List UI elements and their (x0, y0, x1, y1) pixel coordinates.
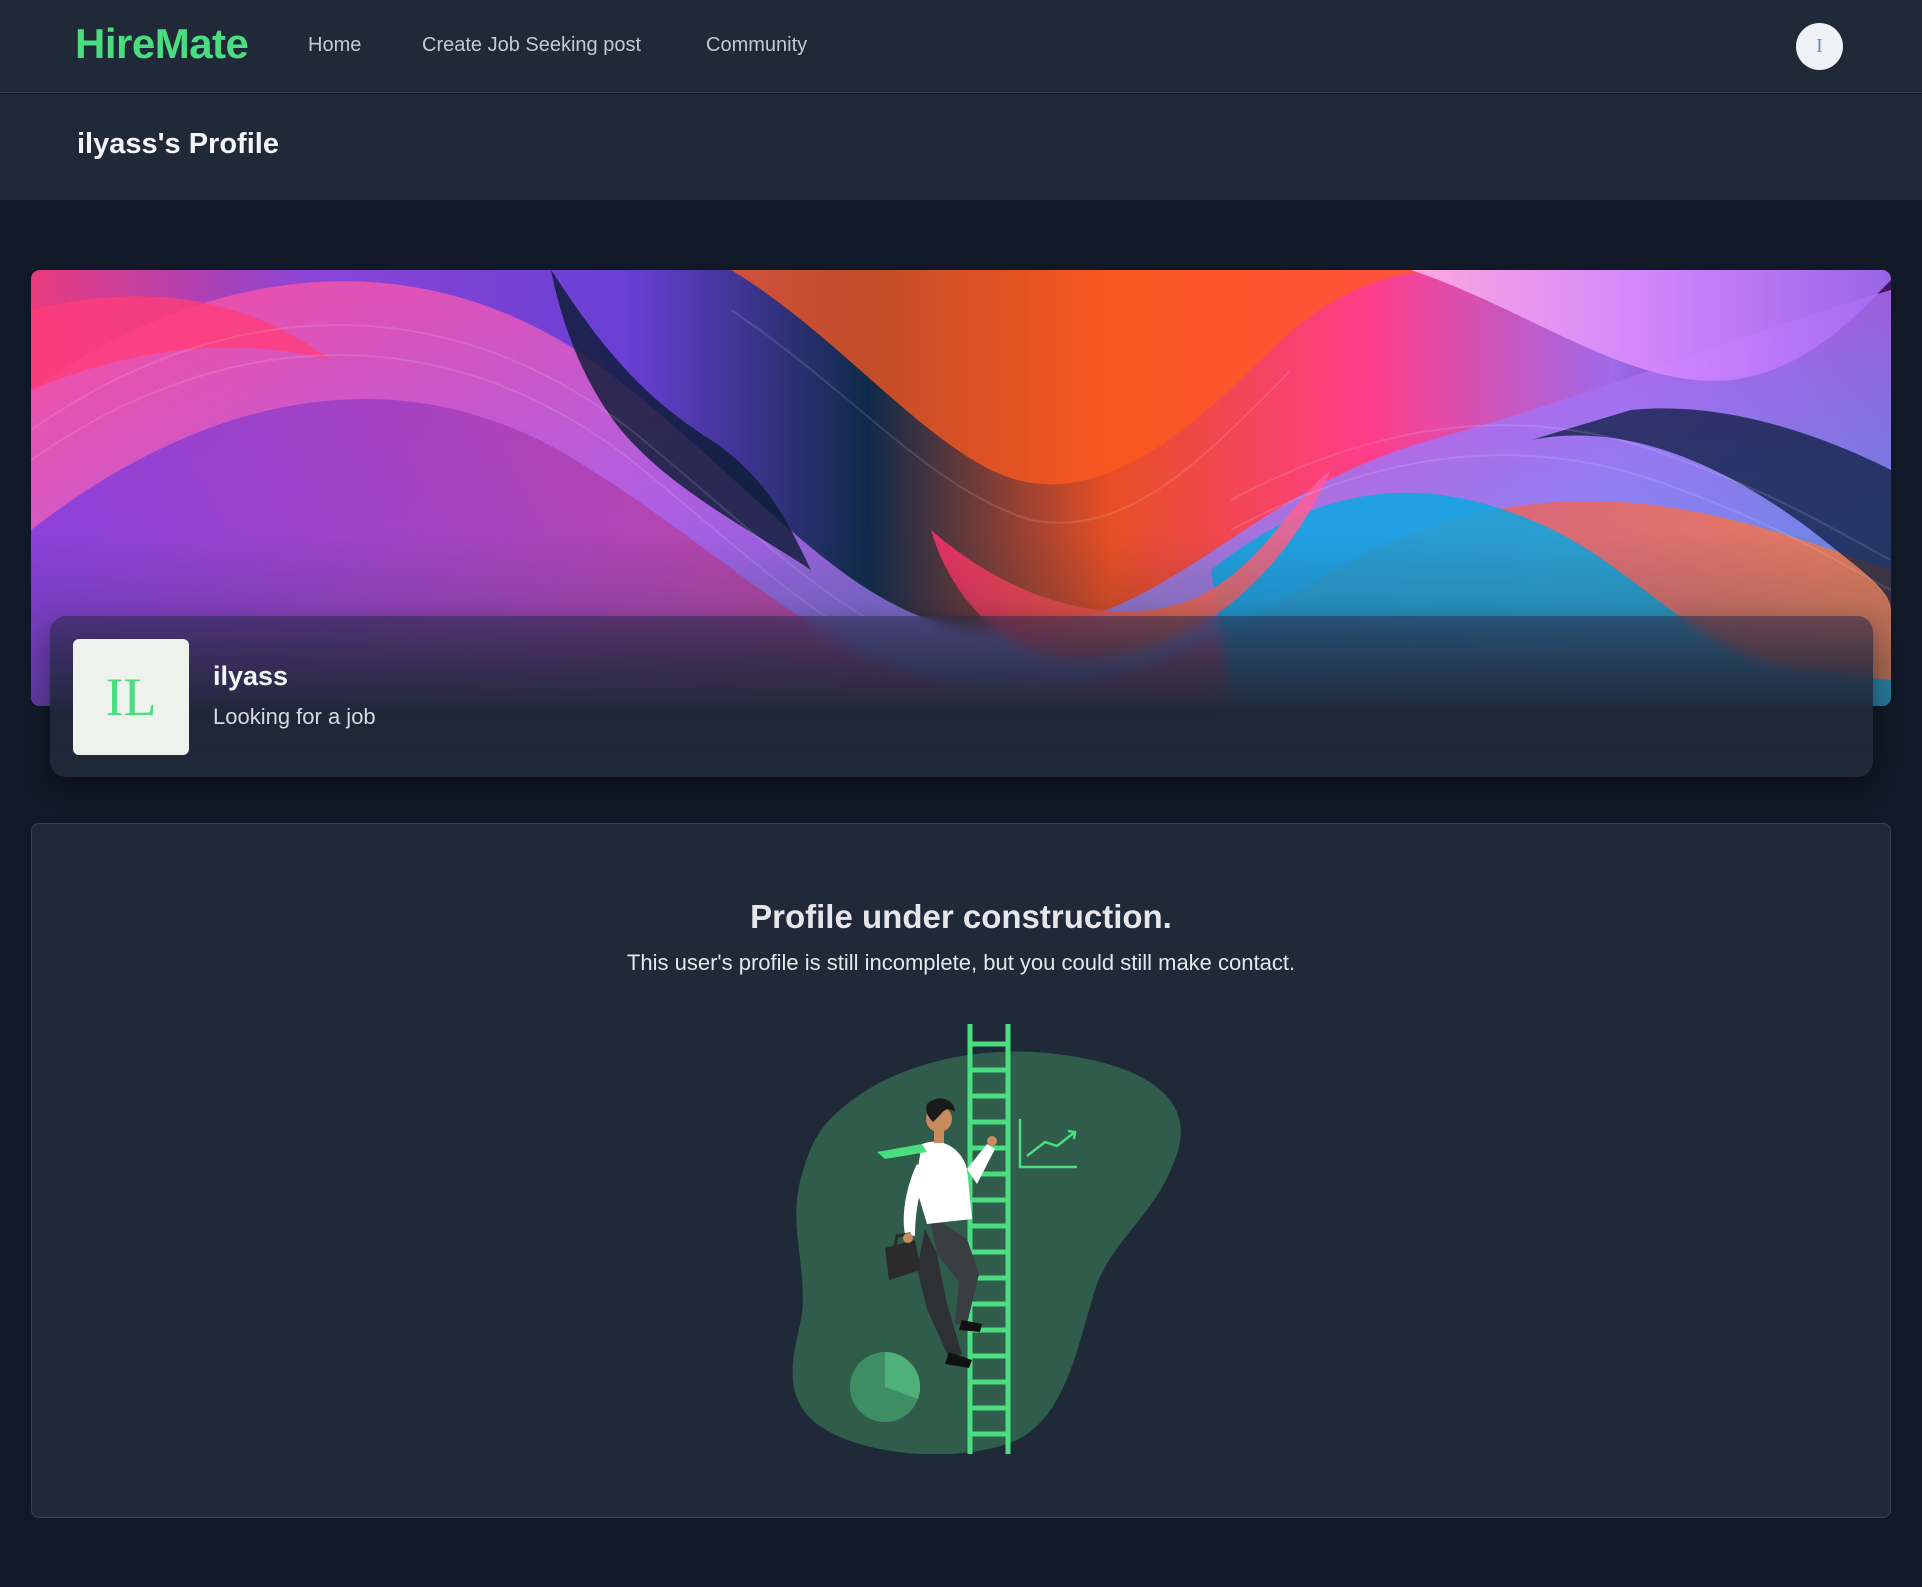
profile-status: Looking for a job (213, 704, 376, 729)
nav-link-community[interactable]: Community (706, 34, 807, 57)
nav-link-create-job-seeking-post[interactable]: Create Job Seeking post (422, 34, 641, 57)
profile-content-card: Profile under construction. This user's … (31, 823, 1891, 1518)
brand-logo[interactable]: HireMate (75, 20, 249, 68)
page-header: ilyass's Profile (0, 94, 1922, 200)
profile-avatar: IL (73, 639, 189, 755)
profile-name: ilyass (213, 661, 289, 691)
construction-title: Profile under construction. (750, 898, 1172, 935)
page-title: ilyass's Profile (77, 128, 279, 160)
ladder-climbing-illustration (792, 1024, 1181, 1454)
top-navbar: HireMate Home Create Job Seeking post Co… (0, 0, 1922, 93)
construction-subtitle: This user's profile is still incomplete,… (626, 950, 1296, 975)
user-menu-avatar[interactable]: I (1796, 23, 1843, 70)
profile-summary-card: IL ilyass Looking for a job (50, 616, 1873, 777)
nav-link-home[interactable]: Home (308, 34, 361, 57)
